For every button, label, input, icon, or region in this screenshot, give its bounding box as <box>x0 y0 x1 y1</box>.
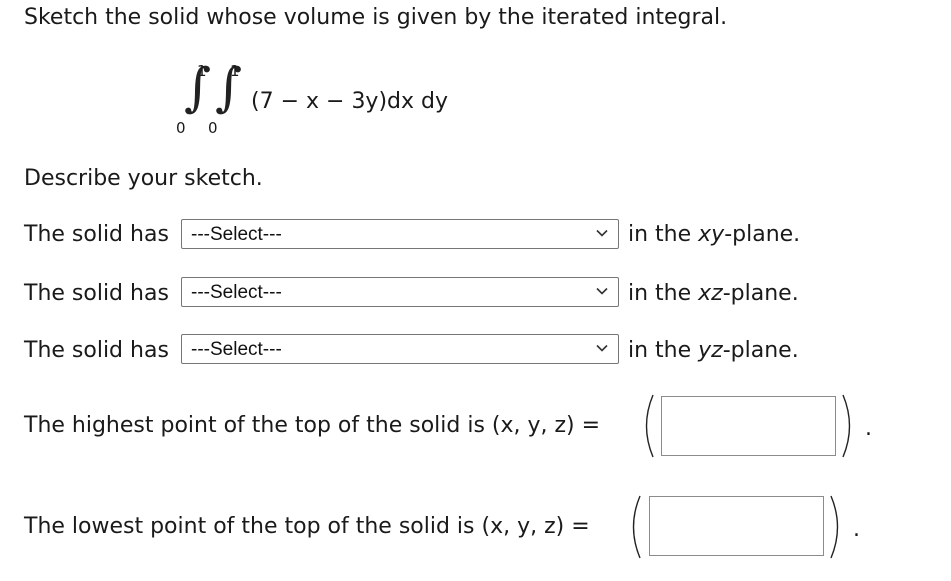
shape-select-yz[interactable]: ---Select--- <box>181 334 619 364</box>
highest-point-label: The highest point of the top of the soli… <box>24 413 601 438</box>
outer-upper-limit: 1 <box>197 62 207 80</box>
left-paren-icon <box>632 495 641 559</box>
inner-upper-limit: 1 <box>230 62 240 80</box>
row-lead-text: The solid has <box>24 222 169 247</box>
chevron-down-icon <box>596 287 608 295</box>
outer-lower-limit: 0 <box>176 119 186 137</box>
lowest-point-label: The lowest point of the top of the solid… <box>24 514 590 539</box>
describe-prompt: Describe your sketch. <box>24 166 263 191</box>
shape-select-xz[interactable]: ---Select--- <box>181 277 619 307</box>
lowest-point-input[interactable] <box>649 496 824 556</box>
lowest-point-period: . <box>853 517 860 542</box>
right-paren-icon <box>842 394 851 458</box>
problem-title: Sketch the solid whose volume is given b… <box>24 5 728 30</box>
row-trail-text: in the xz-plane. <box>628 281 799 306</box>
chevron-down-icon <box>596 229 608 237</box>
highest-point-input[interactable] <box>661 396 836 456</box>
select-value: ---Select--- <box>191 282 282 303</box>
right-paren-icon <box>830 495 839 559</box>
select-value: ---Select--- <box>191 224 282 245</box>
select-value: ---Select--- <box>191 339 282 360</box>
row-trail-text: in the yz-plane. <box>628 338 799 363</box>
row-lead-text: The solid has <box>24 281 169 306</box>
row-lead-text: The solid has <box>24 338 169 363</box>
inner-lower-limit: 0 <box>208 119 218 137</box>
chevron-down-icon <box>596 344 608 352</box>
integrand: (7 − x − 3y)dx dy <box>251 89 449 114</box>
left-paren-icon <box>645 394 654 458</box>
highest-point-period: . <box>865 416 872 441</box>
shape-select-xy[interactable]: ---Select--- <box>181 219 619 249</box>
row-trail-text: in the xy-plane. <box>628 222 801 247</box>
